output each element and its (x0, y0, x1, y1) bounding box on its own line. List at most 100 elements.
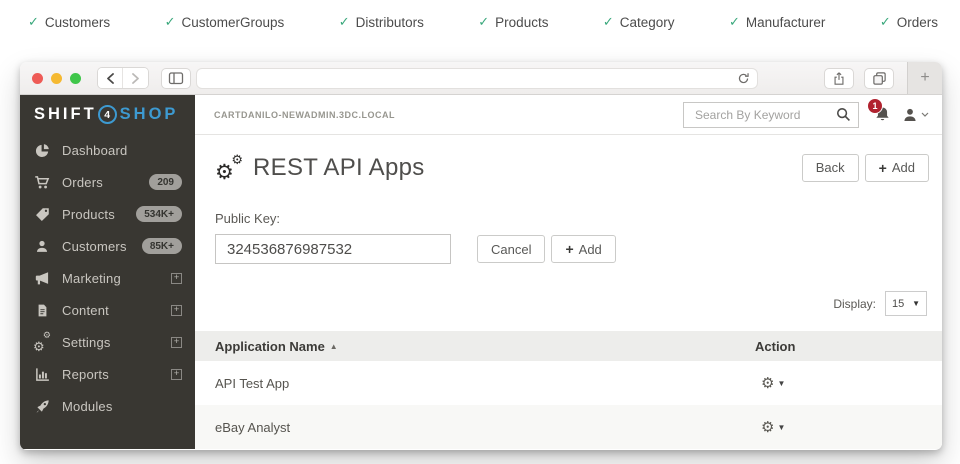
row-actions-button[interactable]: ⚙ ▼ (755, 376, 785, 391)
back-button[interactable]: Back (802, 154, 859, 182)
cancel-button[interactable]: Cancel (477, 235, 545, 263)
dashboard-icon (33, 143, 51, 158)
api-apps-table: Application Name ▲ Action API Test App ⚙ (195, 331, 942, 449)
status-item-category: ✓ Category (603, 14, 675, 30)
sidebar-item-orders[interactable]: Orders 209 (20, 166, 195, 198)
check-icon: ✓ (28, 14, 39, 30)
table-header: Application Name ▲ Action (195, 331, 942, 361)
browser-forward-button[interactable] (123, 68, 148, 88)
status-item-label: Category (620, 15, 675, 30)
confirm-add-button[interactable]: + Add (551, 235, 615, 263)
browser-back-button[interactable] (98, 68, 123, 88)
sidebar-item-settings[interactable]: ⚙⚙ Settings + (20, 326, 195, 358)
logo-text-shift: SHIFT (34, 105, 97, 124)
sidebar-item-label: Reports (62, 367, 171, 382)
status-item-label: Distributors (356, 15, 424, 30)
check-icon: ✓ (729, 14, 740, 30)
person-icon (33, 239, 51, 254)
gear-icon: ⚙ (761, 420, 774, 435)
status-item-orders: ✓ Orders (880, 14, 938, 30)
public-key-input[interactable] (215, 234, 451, 264)
main-content: CARTDANILO-NEWADMIN.3DC.LOCAL 1 (195, 95, 942, 449)
browser-window: + SHIFT 4 SHOP Dashboard (20, 62, 942, 450)
sidebar-item-marketing[interactable]: Marketing + (20, 262, 195, 294)
status-item-distributors: ✓ Distributors (339, 14, 424, 30)
page-actions: Back + Add (802, 154, 929, 182)
check-icon: ✓ (165, 14, 176, 30)
new-tab-button[interactable]: + (907, 62, 942, 94)
action-cell: ⚙ ▼ (755, 376, 942, 391)
status-item-products: ✓ Products (478, 14, 548, 30)
browser-toolbar: + (20, 62, 942, 95)
column-header-application-name[interactable]: Application Name ▲ (195, 339, 755, 354)
status-item-customers: ✓ Customers (28, 14, 110, 30)
table-row: eBay Analyst ⚙ ▼ (195, 405, 942, 449)
check-icon: ✓ (478, 14, 489, 30)
history-nav-buttons (97, 67, 149, 89)
chevron-down-icon (921, 112, 929, 118)
sidebar-item-customers[interactable]: Customers 85K+ (20, 230, 195, 262)
search-icon[interactable] (836, 107, 851, 122)
expand-icon[interactable]: + (171, 273, 182, 284)
sidebar-item-label: Settings (62, 335, 171, 350)
tabs-icon (872, 71, 887, 86)
sidebar: SHIFT 4 SHOP Dashboard (20, 95, 195, 449)
sidebar-item-label: Modules (62, 399, 182, 414)
rocket-icon (33, 399, 51, 414)
caret-down-icon: ▼ (777, 379, 785, 388)
zoom-window-button[interactable] (70, 73, 81, 84)
sort-asc-icon: ▲ (330, 342, 338, 351)
user-menu-button[interactable] (902, 107, 929, 123)
plus-icon: + (920, 69, 929, 87)
minimize-window-button[interactable] (51, 73, 62, 84)
refresh-icon[interactable] (737, 72, 750, 85)
expand-icon[interactable]: + (171, 337, 182, 348)
status-item-label: Manufacturer (746, 15, 826, 30)
sidebar-item-content[interactable]: Content + (20, 294, 195, 326)
table-row: API Test App ⚙ ▼ (195, 361, 942, 405)
check-icon: ✓ (880, 14, 891, 30)
address-input[interactable] (204, 71, 737, 87)
search-input[interactable] (693, 107, 836, 123)
expand-icon[interactable]: + (171, 305, 182, 316)
display-count-select[interactable]: 15 ▼ (885, 291, 927, 316)
logo-4-circle: 4 (98, 105, 117, 124)
gears-icon: ⚙⚙ (33, 334, 51, 350)
share-button[interactable] (824, 68, 854, 89)
address-bar[interactable] (196, 68, 758, 89)
status-item-customergroups: ✓ CustomerGroups (165, 14, 285, 30)
sidebar-item-dashboard[interactable]: Dashboard (20, 134, 195, 166)
tag-icon (33, 207, 51, 222)
sidebar-item-label: Marketing (62, 271, 171, 286)
shift4shop-logo[interactable]: SHIFT 4 SHOP (20, 95, 195, 134)
notifications-button[interactable]: 1 (874, 106, 891, 123)
expand-icon[interactable]: + (171, 369, 182, 380)
sidebar-nav: Dashboard Orders 209 Products (20, 134, 195, 422)
sidebar-item-reports[interactable]: Reports + (20, 358, 195, 390)
sidebar-item-label: Orders (62, 175, 149, 190)
sidebar-item-products[interactable]: Products 534K+ (20, 198, 195, 230)
row-actions-button[interactable]: ⚙ ▼ (755, 420, 785, 435)
status-item-label: Customers (45, 15, 110, 30)
tabs-overview-button[interactable] (864, 68, 894, 89)
add-button[interactable]: + Add (865, 154, 929, 182)
caret-down-icon: ▼ (912, 299, 920, 308)
app-name-cell: API Test App (195, 376, 755, 391)
document-icon (33, 303, 51, 318)
app-name-cell: eBay Analyst (195, 420, 755, 435)
display-label: Display: (833, 297, 876, 311)
display-count-value: 15 (892, 298, 904, 310)
display-count-row: Display: 15 ▼ (833, 291, 927, 316)
user-icon (902, 107, 918, 123)
sidebar-toggle-button[interactable] (161, 68, 191, 89)
sidebar-item-label: Content (62, 303, 171, 318)
chevron-left-icon (106, 73, 115, 84)
close-window-button[interactable] (32, 73, 43, 84)
page-title-row: ⚙⚙ REST API Apps Back + Add (195, 140, 942, 195)
cart-icon (33, 175, 51, 190)
admin-app: SHIFT 4 SHOP Dashboard (20, 95, 942, 449)
page-title: REST API Apps (253, 154, 425, 182)
share-icon (832, 71, 846, 86)
sidebar-item-modules[interactable]: Modules (20, 390, 195, 422)
sidebar-item-label: Products (62, 207, 136, 222)
